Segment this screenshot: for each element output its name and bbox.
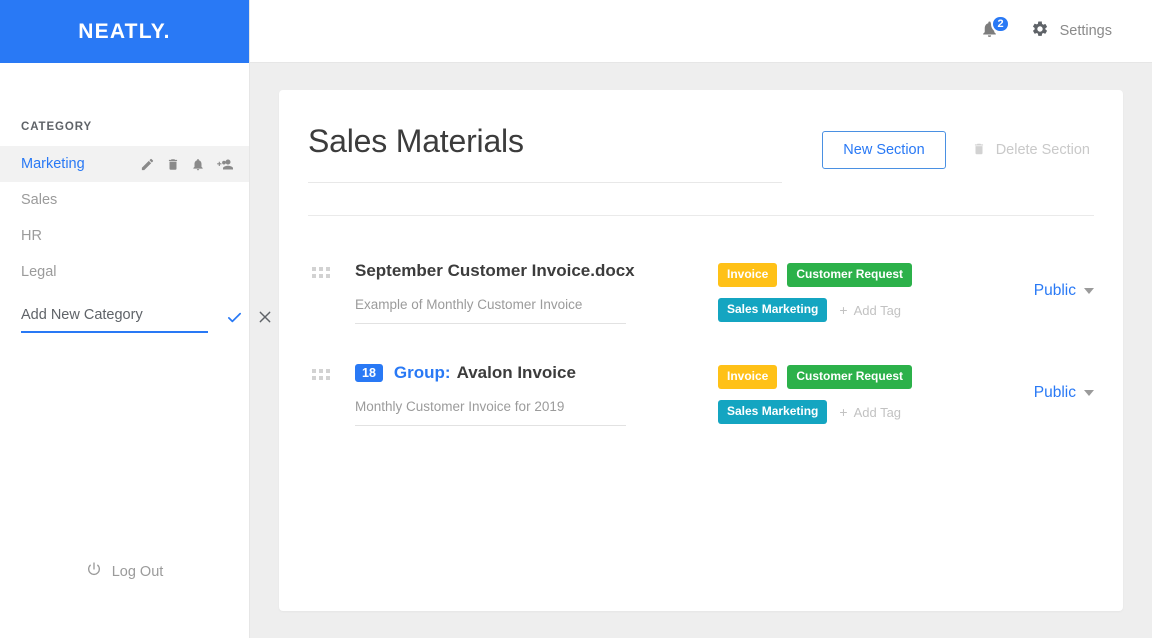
chevron-down-icon	[1084, 390, 1094, 397]
row-description-wrap: Example of Monthly Customer Invoice	[355, 296, 674, 325]
gear-icon	[1031, 20, 1049, 43]
tag-line-2: Sales Marketing + Add Tag	[718, 298, 974, 322]
delete-section-label: Delete Section	[995, 142, 1090, 158]
tag-customer-request[interactable]: Customer Request	[787, 365, 913, 390]
sidebar-item-label: HR	[21, 227, 42, 244]
logout-label: Log Out	[111, 563, 164, 580]
tag-line-1: Invoice Customer Request	[718, 263, 974, 288]
add-tag-label: Add Tag	[853, 302, 902, 318]
notification-badge: 2	[991, 15, 1010, 33]
sidebar-item-sales[interactable]: Sales	[0, 182, 249, 218]
row-tags: Invoice Customer Request Sales Marketing…	[674, 362, 974, 424]
tag-line-2: Sales Marketing + Add Tag	[718, 400, 974, 424]
row-description-underline	[355, 425, 626, 427]
item-rows: September Customer Invoice.docx Example …	[308, 216, 1094, 447]
drag-handle-icon[interactable]	[308, 362, 334, 381]
trash-icon	[972, 141, 986, 160]
app-root: NEATLY. CATEGORY Marketing Sales HR Lega…	[0, 0, 1152, 638]
sidebar: NEATLY. CATEGORY Marketing Sales HR Lega…	[0, 0, 271, 638]
tag-sales-marketing[interactable]: Sales Marketing	[718, 400, 828, 424]
trash-icon[interactable]	[166, 157, 180, 172]
plus-icon: +	[839, 302, 848, 319]
visibility-label: Public	[1033, 384, 1076, 402]
sidebar-item-label: Legal	[21, 263, 57, 280]
bell-icon[interactable]	[191, 157, 205, 172]
page-title: Sales Materials	[308, 123, 524, 159]
row-description[interactable]: Example of Monthly Customer Invoice	[355, 296, 626, 324]
drag-dots	[312, 267, 330, 279]
main-region: 2 Settings Sales Materials New Section D…	[250, 0, 1152, 638]
card-header: Sales Materials New Section Delete Secti…	[308, 90, 1094, 184]
tag-line-1: Invoice Customer Request	[718, 365, 974, 390]
delete-section-button[interactable]: Delete Section	[968, 133, 1094, 168]
section-card: Sales Materials New Section Delete Secti…	[279, 90, 1123, 611]
sidebar-item-label: Marketing	[21, 155, 85, 172]
add-tag-button[interactable]: + Add Tag	[837, 401, 903, 424]
tag-invoice[interactable]: Invoice	[718, 365, 778, 390]
tag-invoice[interactable]: Invoice	[718, 263, 778, 288]
title-divider	[308, 182, 783, 184]
settings-label: Settings	[1059, 23, 1112, 39]
visibility-label: Public	[1033, 282, 1076, 300]
add-tag-label: Add Tag	[853, 404, 902, 420]
table-row: 18 Group: Avalon Invoice Monthly Custome…	[308, 345, 1094, 447]
sidebar-item-legal[interactable]: Legal	[0, 254, 249, 290]
group-count-badge: 18	[355, 363, 383, 383]
close-icon[interactable]	[257, 309, 273, 331]
row-title-prefix: Group:	[393, 363, 451, 383]
tag-customer-request[interactable]: Customer Request	[787, 263, 913, 288]
add-person-icon[interactable]	[216, 157, 235, 172]
row-title[interactable]: 18 Group: Avalon Invoice	[355, 362, 674, 383]
logout-button[interactable]: Log Out	[0, 561, 249, 582]
visibility-dropdown[interactable]: Public	[974, 362, 1094, 402]
tag-sales-marketing[interactable]: Sales Marketing	[718, 298, 828, 322]
row-description[interactable]: Monthly Customer Invoice for 2019	[355, 398, 626, 426]
plus-icon: +	[839, 404, 848, 421]
sidebar-item-marketing[interactable]: Marketing	[0, 146, 249, 182]
new-section-button[interactable]: New Section	[822, 131, 946, 169]
row-main: September Customer Invoice.docx Example …	[334, 260, 674, 325]
table-row: September Customer Invoice.docx Example …	[308, 243, 1094, 345]
chevron-down-icon	[1084, 288, 1094, 295]
row-tags: Invoice Customer Request Sales Marketing…	[674, 260, 974, 322]
sidebar-item-label: Sales	[21, 191, 58, 208]
visibility-dropdown[interactable]: Public	[974, 260, 1094, 300]
pencil-icon[interactable]	[140, 157, 155, 172]
sidebar-section-heading: CATEGORY	[21, 121, 93, 133]
row-description-underline	[355, 323, 626, 325]
row-main: 18 Group: Avalon Invoice Monthly Custome…	[334, 362, 674, 427]
add-category-row	[0, 303, 271, 337]
check-icon[interactable]	[226, 309, 243, 332]
power-icon	[86, 561, 102, 582]
brand-header: NEATLY.	[0, 0, 249, 63]
top-bar: 2 Settings	[250, 0, 1152, 63]
drag-handle-icon[interactable]	[308, 260, 334, 279]
sidebar-item-hr[interactable]: HR	[0, 218, 249, 254]
category-actions	[140, 157, 235, 172]
settings-button[interactable]: Settings	[1031, 20, 1112, 43]
row-title-text: Avalon Invoice	[456, 363, 576, 383]
row-title-text: September Customer Invoice.docx	[355, 261, 635, 281]
row-title[interactable]: September Customer Invoice.docx	[355, 260, 674, 281]
row-description-wrap: Monthly Customer Invoice for 2019	[355, 398, 674, 427]
add-category-input[interactable]	[21, 307, 208, 333]
header-actions: New Section Delete Section	[822, 122, 1094, 169]
page-title-wrap: Sales Materials	[308, 122, 822, 184]
drag-dots	[312, 369, 330, 381]
add-tag-button[interactable]: + Add Tag	[837, 299, 903, 322]
brand-logo-text: NEATLY.	[78, 19, 171, 43]
category-list: Marketing Sales HR Legal	[0, 146, 249, 290]
notifications-button[interactable]: 2	[977, 15, 1010, 44]
content-area: Sales Materials New Section Delete Secti…	[250, 63, 1152, 638]
